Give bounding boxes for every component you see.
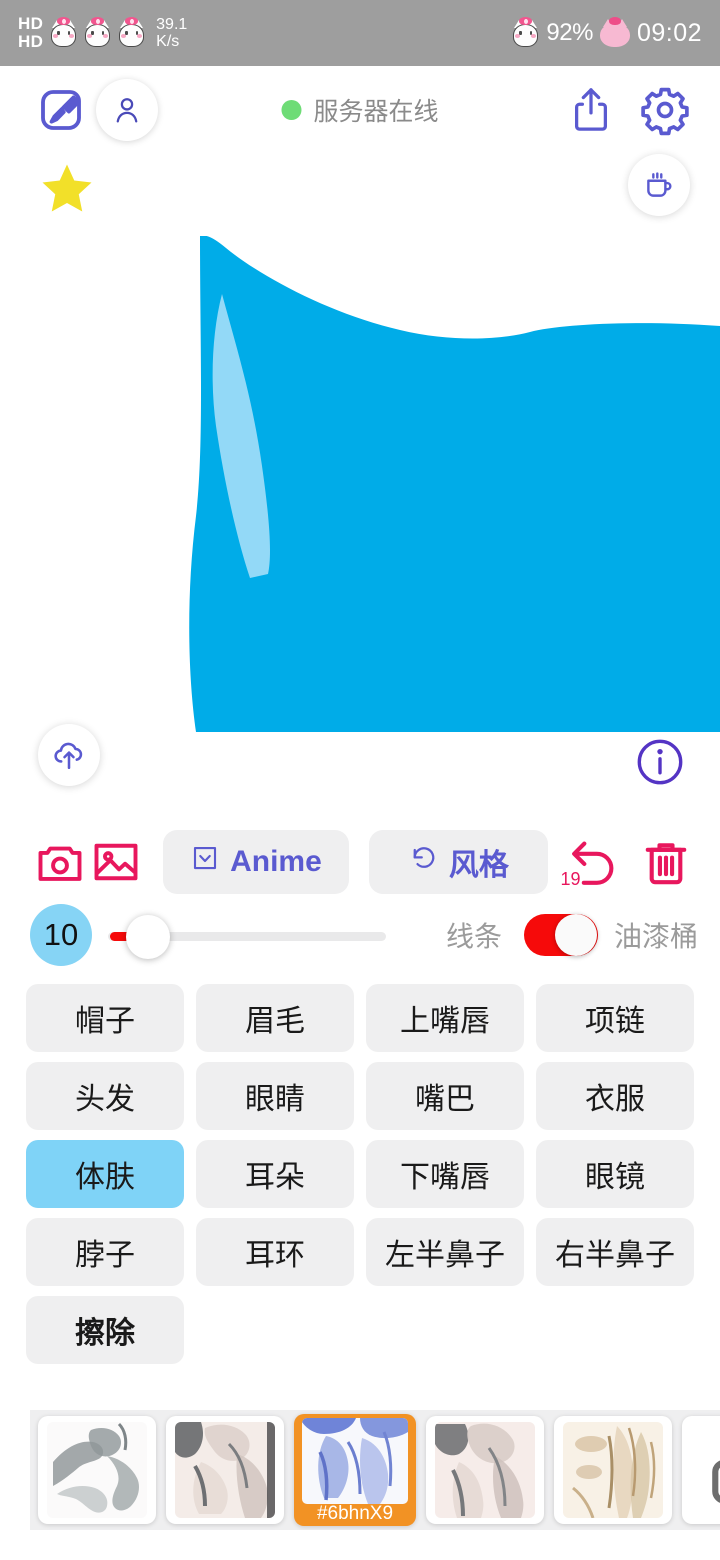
cloud-upload-icon[interactable] <box>38 724 100 786</box>
thumbnail-item[interactable] <box>426 1416 544 1524</box>
cat-face-icon <box>512 17 539 48</box>
bucket-mode-label: 油漆桶 <box>613 921 698 952</box>
server-status-label: 服务器在线 <box>313 98 439 126</box>
part-button-eyes[interactable]: 眼睛 <box>196 1062 354 1130</box>
share-upload-icon[interactable] <box>562 81 620 139</box>
undo-button[interactable]: 19 <box>558 830 627 894</box>
thumbnail-item[interactable] <box>166 1416 284 1524</box>
thumbnail-item[interactable] <box>554 1416 672 1524</box>
server-status: 服务器在线 <box>281 92 439 128</box>
status-bar: HD HD 39.1 K/s 92% 09:02 <box>0 0 720 66</box>
slider-thumb[interactable] <box>126 915 170 959</box>
clock: 09:02 <box>636 18 702 47</box>
hd-label-secondary: HD <box>18 32 44 51</box>
battery-percentage: 92% <box>546 19 593 46</box>
style-button-label: 风格 <box>448 849 509 882</box>
toggle-knob <box>554 914 597 956</box>
thumbnail-image <box>302 1418 408 1504</box>
toolbar: Anime 风格 19 <box>0 826 720 898</box>
brush-square-icon[interactable] <box>32 81 90 139</box>
delete-button[interactable] <box>636 830 696 894</box>
status-bar-right: 92% 09:02 <box>512 17 702 48</box>
thumbnail-strip[interactable]: #6bhnX9 <box>30 1410 720 1530</box>
person-icon[interactable] <box>96 79 158 141</box>
app-header-right <box>562 81 694 139</box>
anime-button[interactable]: Anime <box>162 830 350 894</box>
part-button-left-nose[interactable]: 左半鼻子 <box>366 1218 524 1286</box>
secondary-header-row <box>0 154 720 236</box>
part-button-hair[interactable]: 头发 <box>26 1062 184 1130</box>
trash-icon <box>645 843 687 885</box>
thumbnail-image <box>435 1422 535 1518</box>
part-button-lower-lip[interactable]: 下嘴唇 <box>366 1140 524 1208</box>
thumbnail-item-selected[interactable]: #6bhnX9 <box>294 1414 416 1526</box>
network-speed: 39.1 K/s <box>156 16 187 51</box>
part-button-erase[interactable]: 擦除 <box>26 1296 184 1364</box>
part-button-necklace[interactable]: 项链 <box>536 984 694 1052</box>
drawing-canvas[interactable] <box>0 236 720 826</box>
info-circle-icon[interactable] <box>632 734 688 790</box>
coffee-cup-icon[interactable] <box>628 154 690 216</box>
part-button-eyebrow[interactable]: 眉毛 <box>196 984 354 1052</box>
network-speed-unit: K/s <box>156 33 180 50</box>
thumbnail-item[interactable] <box>38 1416 156 1524</box>
fill-mode-toggle[interactable] <box>523 914 598 956</box>
anime-button-label: Anime <box>230 845 322 878</box>
brush-size-slider[interactable] <box>108 904 386 966</box>
undo-count-badge: 19 <box>560 869 581 889</box>
brush-settings-row: 10 线条 油漆桶 <box>0 898 720 972</box>
app-header: 服务器在线 <box>0 66 720 154</box>
image-gallery-icon[interactable] <box>88 831 144 893</box>
part-button-hat[interactable]: 帽子 <box>26 984 184 1052</box>
style-button[interactable]: 风格 <box>369 830 549 894</box>
pink-cat-icon <box>599 17 630 47</box>
refresh-ccw-icon <box>409 843 439 881</box>
part-button-clothes[interactable]: 衣服 <box>536 1062 694 1130</box>
part-button-ears[interactable]: 耳朵 <box>196 1140 354 1208</box>
cat-face-icon <box>50 17 77 48</box>
camera-icon[interactable] <box>32 831 88 893</box>
thumbnail-image <box>47 1422 147 1518</box>
hd-indicators: HD HD <box>18 13 44 52</box>
cat-face-icon <box>118 17 145 48</box>
star-icon[interactable] <box>36 159 98 219</box>
line-mode-label: 线条 <box>445 921 502 952</box>
cat-face-icon <box>84 17 111 48</box>
app-header-left <box>32 79 158 141</box>
canvas-artwork <box>189 236 720 732</box>
part-button-skin[interactable]: 体肤 <box>26 1140 184 1208</box>
network-speed-value: 39.1 <box>156 15 188 33</box>
thumbnail-tag: #6bhnX9 <box>316 1503 394 1524</box>
thumbnail-image <box>175 1422 275 1518</box>
status-indicator-dot <box>281 100 302 120</box>
part-button-glasses[interactable]: 眼镜 <box>536 1140 694 1208</box>
hd-label-primary: HD <box>18 13 44 33</box>
part-button-mouth[interactable]: 嘴巴 <box>366 1062 524 1130</box>
brush-size-value: 10 <box>30 904 92 966</box>
part-button-earrings[interactable]: 耳环 <box>196 1218 354 1286</box>
thumbnail-image <box>563 1422 663 1518</box>
part-button-upper-lip[interactable]: 上嘴唇 <box>366 984 524 1052</box>
lock-icon[interactable] <box>682 1416 720 1524</box>
part-button-neck[interactable]: 脖子 <box>26 1218 184 1286</box>
part-button-right-nose[interactable]: 右半鼻子 <box>536 1218 694 1286</box>
status-bar-left: HD HD 39.1 K/s <box>18 13 187 52</box>
chevron-down-box-icon <box>190 843 220 881</box>
body-part-grid: 帽子 眉毛 上嘴唇 项链 头发 眼睛 嘴巴 衣服 体肤 耳朵 下嘴唇 眼镜 脖子… <box>0 972 720 1364</box>
gear-icon[interactable] <box>636 81 694 139</box>
